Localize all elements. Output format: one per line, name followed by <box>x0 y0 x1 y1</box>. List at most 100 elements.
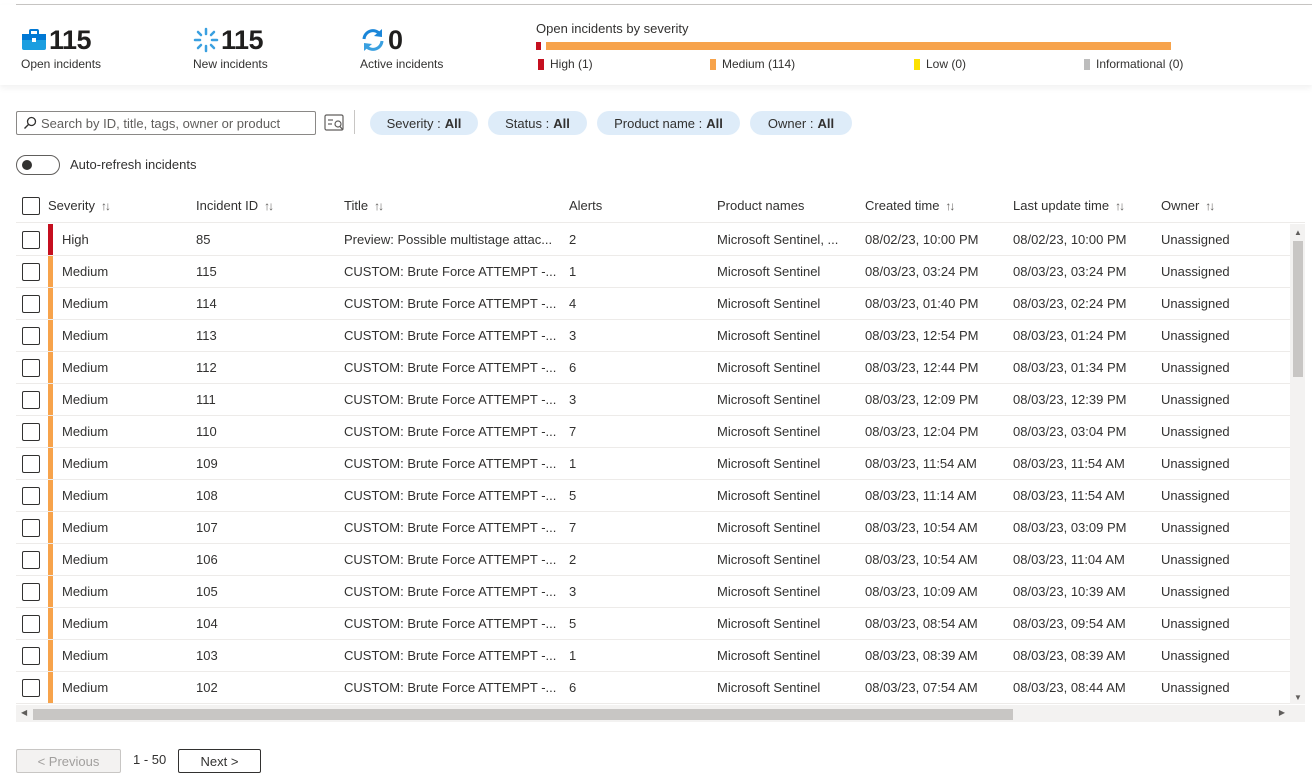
row-checkbox[interactable] <box>22 359 40 377</box>
title-cell[interactable]: CUSTOM: Brute Force ATTEMPT -... <box>344 552 556 567</box>
sort-icon[interactable]: ↑↓ <box>374 199 384 213</box>
column-header-owner[interactable]: Owner ↑↓ <box>1161 198 1215 213</box>
scroll-right-arrow-icon[interactable]: ▶ <box>1279 708 1285 717</box>
title-cell[interactable]: CUSTOM: Brute Force ATTEMPT -... <box>344 584 556 599</box>
incident-id-cell[interactable]: 115 <box>196 264 217 279</box>
table-row[interactable]: Medium 111 CUSTOM: Brute Force ATTEMPT -..… <box>16 384 1290 416</box>
row-checkbox[interactable] <box>22 487 40 505</box>
row-checkbox[interactable] <box>22 679 40 697</box>
title-cell[interactable]: CUSTOM: Brute Force ATTEMPT -... <box>344 360 556 375</box>
title-cell[interactable]: CUSTOM: Brute Force ATTEMPT -... <box>344 264 556 279</box>
table-row[interactable]: Medium 109 CUSTOM: Brute Force ATTEMPT -..… <box>16 448 1290 480</box>
column-header-title[interactable]: Title ↑↓ <box>344 198 384 213</box>
scroll-left-arrow-icon[interactable]: ◀ <box>21 708 27 717</box>
product-name-filter[interactable]: Product name : All <box>597 111 740 135</box>
incident-id-cell[interactable]: 108 <box>196 488 218 503</box>
product-names-cell: Microsoft Sentinel, ... <box>717 232 839 247</box>
incident-id-cell[interactable]: 85 <box>196 232 210 247</box>
table-row[interactable]: Medium 110 CUSTOM: Brute Force ATTEMPT -..… <box>16 416 1290 448</box>
advanced-search-icon[interactable] <box>324 112 346 134</box>
column-header-severity[interactable]: Severity ↑↓ <box>48 198 111 213</box>
search-box[interactable] <box>16 111 316 135</box>
vertical-scrollbar[interactable]: ▲ ▼ <box>1290 224 1305 704</box>
incident-id-cell[interactable]: 112 <box>196 360 217 375</box>
search-icon <box>24 116 37 129</box>
active-incidents-count: 0 <box>388 25 403 55</box>
incident-id-cell[interactable]: 107 <box>196 520 218 535</box>
table-row[interactable]: Medium 105 CUSTOM: Brute Force ATTEMPT -..… <box>16 576 1290 608</box>
title-cell[interactable]: Preview: Possible multistage attac... <box>344 232 552 247</box>
table-row[interactable]: Medium 103 CUSTOM: Brute Force ATTEMPT -..… <box>16 640 1290 672</box>
title-cell[interactable]: CUSTOM: Brute Force ATTEMPT -... <box>344 424 556 439</box>
sort-icon[interactable]: ↑↓ <box>1115 199 1125 213</box>
severity-filter[interactable]: Severity : All <box>370 111 478 135</box>
table-row[interactable]: Medium 112 CUSTOM: Brute Force ATTEMPT -..… <box>16 352 1290 384</box>
search-input[interactable] <box>41 115 311 131</box>
row-checkbox[interactable] <box>22 647 40 665</box>
title-cell[interactable]: CUSTOM: Brute Force ATTEMPT -... <box>344 456 556 471</box>
alerts-cell: 1 <box>569 456 577 471</box>
sort-icon[interactable]: ↑↓ <box>264 199 274 213</box>
title-cell[interactable]: CUSTOM: Brute Force ATTEMPT -... <box>344 520 556 535</box>
row-checkbox[interactable] <box>22 615 40 633</box>
title-cell[interactable]: CUSTOM: Brute Force ATTEMPT -... <box>344 328 556 343</box>
row-checkbox[interactable] <box>22 231 40 249</box>
incident-id-cell[interactable]: 114 <box>196 296 217 311</box>
row-checkbox[interactable] <box>22 391 40 409</box>
row-checkbox[interactable] <box>22 423 40 441</box>
vertical-scroll-thumb[interactable] <box>1293 241 1303 377</box>
owner-filter[interactable]: Owner : All <box>750 111 852 135</box>
column-header-incident-id[interactable]: Incident ID ↑↓ <box>196 198 274 213</box>
table-row[interactable]: Medium 102 CUSTOM: Brute Force ATTEMPT -..… <box>16 672 1290 704</box>
table-row[interactable]: Medium 104 CUSTOM: Brute Force ATTEMPT -..… <box>16 608 1290 640</box>
incident-id-cell[interactable]: 111 <box>196 392 216 407</box>
incident-id-cell[interactable]: 106 <box>196 552 218 567</box>
row-checkbox[interactable] <box>22 455 40 473</box>
table-row[interactable]: Medium 108 CUSTOM: Brute Force ATTEMPT -..… <box>16 480 1290 512</box>
previous-page-button[interactable]: < Previous <box>16 749 121 773</box>
title-cell[interactable]: CUSTOM: Brute Force ATTEMPT -... <box>344 296 556 311</box>
next-page-button[interactable]: Next > <box>178 749 261 773</box>
column-header-product-names[interactable]: Product names <box>717 198 804 213</box>
table-row[interactable]: Medium 106 CUSTOM: Brute Force ATTEMPT -..… <box>16 544 1290 576</box>
scroll-up-arrow-icon[interactable]: ▲ <box>1294 228 1302 237</box>
severity-cell: Medium <box>62 424 109 439</box>
table-row[interactable]: Medium 114 CUSTOM: Brute Force ATTEMPT -..… <box>16 288 1290 320</box>
table-row[interactable]: Medium 107 CUSTOM: Brute Force ATTEMPT -..… <box>16 512 1290 544</box>
column-header-alerts[interactable]: Alerts <box>569 198 602 213</box>
row-checkbox[interactable] <box>22 551 40 569</box>
scroll-down-arrow-icon[interactable]: ▼ <box>1294 693 1302 702</box>
sort-icon[interactable]: ↑↓ <box>101 199 111 213</box>
incident-id-cell[interactable]: 109 <box>196 456 218 471</box>
table-row[interactable]: Medium 113 CUSTOM: Brute Force ATTEMPT -..… <box>16 320 1290 352</box>
row-checkbox[interactable] <box>22 327 40 345</box>
title-cell[interactable]: CUSTOM: Brute Force ATTEMPT -... <box>344 648 556 663</box>
status-filter[interactable]: Status : All <box>488 111 587 135</box>
incident-id-cell[interactable]: 103 <box>196 648 218 663</box>
auto-refresh-toggle[interactable] <box>16 155 60 175</box>
row-checkbox[interactable] <box>22 263 40 281</box>
incident-id-cell[interactable]: 110 <box>196 424 217 439</box>
select-all-checkbox[interactable] <box>22 197 40 215</box>
title-cell[interactable]: CUSTOM: Brute Force ATTEMPT -... <box>344 680 556 695</box>
incident-id-cell[interactable]: 113 <box>196 328 217 343</box>
column-header-created-time[interactable]: Created time ↑↓ <box>865 198 955 213</box>
row-checkbox[interactable] <box>22 519 40 537</box>
row-checkbox[interactable] <box>22 583 40 601</box>
table-row[interactable]: High 85 Preview: Possible multistage attac… <box>16 224 1290 256</box>
horizontal-scroll-thumb[interactable] <box>33 709 1013 720</box>
incident-id-cell[interactable]: 104 <box>196 616 218 631</box>
product-names-cell: Microsoft Sentinel <box>717 680 821 695</box>
incident-id-cell[interactable]: 105 <box>196 584 218 599</box>
sort-icon[interactable]: ↑↓ <box>945 199 955 213</box>
sort-icon[interactable]: ↑↓ <box>1205 199 1215 213</box>
title-cell[interactable]: CUSTOM: Brute Force ATTEMPT -... <box>344 488 556 503</box>
incident-id-cell[interactable]: 102 <box>196 680 218 695</box>
title-cell[interactable]: CUSTOM: Brute Force ATTEMPT -... <box>344 392 556 407</box>
row-checkbox[interactable] <box>22 295 40 313</box>
column-header-last-update-time[interactable]: Last update time ↑↓ <box>1013 198 1125 213</box>
owner-cell: Unassigned <box>1161 584 1230 599</box>
title-cell[interactable]: CUSTOM: Brute Force ATTEMPT -... <box>344 616 556 631</box>
horizontal-scrollbar[interactable]: ◀ ▶ <box>16 705 1305 722</box>
table-row[interactable]: Medium 115 CUSTOM: Brute Force ATTEMPT -..… <box>16 256 1290 288</box>
